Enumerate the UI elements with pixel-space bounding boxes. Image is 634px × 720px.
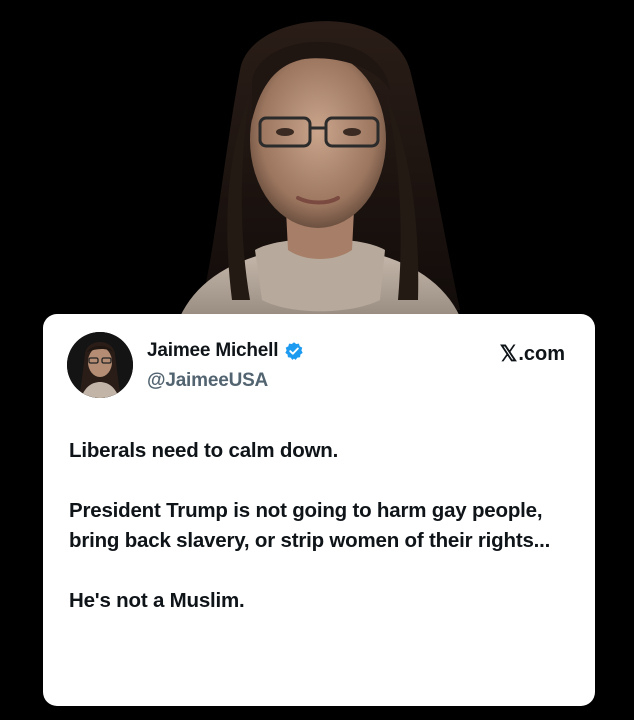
tweet-paragraph: Liberals need to calm down. (69, 439, 339, 462)
tweet-paragraph: President Trump is not going to harm gay… (69, 499, 551, 552)
tweet-body: Liberals need to calm down. President Tr… (69, 436, 579, 646)
source-link[interactable]: 𝕏 .com (500, 341, 565, 367)
display-name[interactable]: Jaimee Michell (147, 340, 279, 362)
x-logo-icon: 𝕏 (499, 341, 518, 366)
avatar[interactable] (67, 332, 133, 398)
author-name-row[interactable]: Jaimee Michell (147, 340, 304, 362)
verified-badge-icon (285, 342, 303, 360)
avatar-image (67, 332, 133, 398)
portrait-photo (175, 21, 465, 330)
user-handle[interactable]: @JaimeeUSA (147, 370, 268, 392)
source-domain: .com (518, 342, 565, 365)
tweet-paragraph: He's not a Muslim. (69, 589, 245, 612)
tweet-card: Jaimee Michell @JaimeeUSA 𝕏 .com Liberal… (43, 314, 595, 706)
screenshot-stage: Jaimee Michell @JaimeeUSA 𝕏 .com Liberal… (0, 0, 634, 720)
